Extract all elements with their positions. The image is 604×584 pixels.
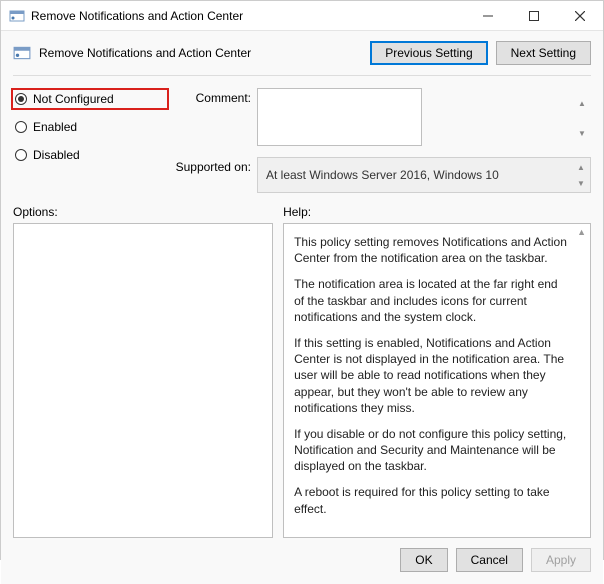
dialog-window: Remove Notifications and Action Center R…	[0, 0, 604, 560]
supported-on-label: Supported on:	[171, 157, 251, 193]
help-paragraph: The notification area is located at the …	[294, 276, 568, 325]
help-paragraph: If you disable or do not configure this …	[294, 426, 568, 475]
config-area: Not Configured Enabled Disabled Comment:	[13, 76, 591, 193]
chevron-down-icon: ▼	[573, 175, 589, 191]
options-label: Options:	[13, 205, 273, 219]
radio-label: Disabled	[33, 148, 80, 162]
supported-on-text: At least Windows Server 2016, Windows 10	[266, 168, 499, 182]
radio-icon	[15, 121, 27, 133]
comment-scroll[interactable]: ▲ ▼	[574, 89, 590, 148]
chevron-up-icon[interactable]: ▲	[574, 89, 590, 119]
comment-label: Comment:	[171, 88, 251, 149]
help-box[interactable]: ▲ This policy setting removes Notificati…	[283, 223, 591, 538]
chevron-up-icon[interactable]: ▲	[577, 226, 586, 238]
policy-icon	[9, 8, 25, 24]
next-setting-button[interactable]: Next Setting	[496, 41, 591, 65]
chevron-down-icon[interactable]: ▼	[574, 119, 590, 149]
page-title: Remove Notifications and Action Center	[39, 46, 251, 60]
state-radio-group: Not Configured Enabled Disabled	[13, 88, 163, 193]
help-paragraph: A reboot is required for this policy set…	[294, 484, 568, 516]
titlebar: Remove Notifications and Action Center	[1, 1, 603, 31]
help-label: Help:	[283, 205, 591, 219]
previous-setting-button[interactable]: Previous Setting	[370, 41, 487, 65]
header-row: Remove Notifications and Action Center P…	[13, 39, 591, 76]
radio-icon	[15, 93, 27, 105]
dialog-content: Remove Notifications and Action Center P…	[1, 31, 603, 584]
help-paragraph: If this setting is enabled, Notification…	[294, 335, 568, 416]
radio-disabled[interactable]: Disabled	[13, 146, 163, 164]
radio-label: Enabled	[33, 120, 77, 134]
close-button[interactable]	[557, 1, 603, 31]
policy-icon	[13, 44, 31, 62]
maximize-button[interactable]	[511, 1, 557, 31]
window-controls	[465, 1, 603, 31]
fields-area: Comment: ▲ ▼ Supported on: At least Wind…	[171, 88, 591, 193]
chevron-up-icon: ▲	[573, 159, 589, 175]
minimize-button[interactable]	[465, 1, 511, 31]
supported-scroll: ▲ ▼	[573, 159, 589, 191]
supported-on-value: At least Windows Server 2016, Windows 10…	[257, 157, 591, 193]
radio-not-configured[interactable]: Not Configured	[11, 88, 169, 110]
radio-label: Not Configured	[33, 92, 114, 106]
help-paragraph: This policy setting removes Notification…	[294, 234, 568, 266]
options-box	[13, 223, 273, 538]
comment-input[interactable]	[257, 88, 422, 146]
window-title: Remove Notifications and Action Center	[31, 9, 465, 23]
footer-buttons: OK Cancel Apply	[13, 538, 591, 574]
radio-enabled[interactable]: Enabled	[13, 118, 163, 136]
lower-area: Options: Help: ▲ This policy setting rem…	[13, 205, 591, 538]
radio-icon	[15, 149, 27, 161]
